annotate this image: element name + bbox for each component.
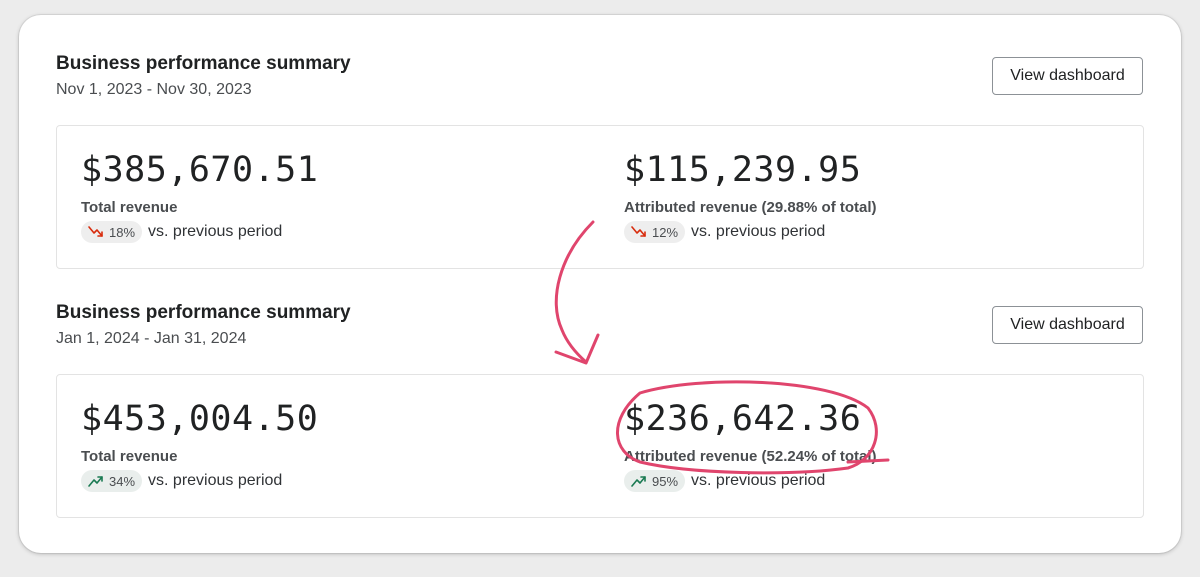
comparison-text: vs. previous period bbox=[148, 223, 283, 240]
change-percent: 95% bbox=[652, 473, 679, 489]
trend-up-icon bbox=[630, 474, 648, 488]
metric-label: Total revenue bbox=[81, 448, 178, 465]
date-range: Nov 1, 2023 - Nov 30, 2023 bbox=[56, 81, 252, 98]
metric-value: $115,239.95 bbox=[624, 150, 862, 190]
summary-card: Business performance summary Nov 1, 2023… bbox=[19, 15, 1181, 553]
metric-change: 95% vs. previous period bbox=[624, 470, 825, 492]
change-badge: 95% bbox=[624, 470, 686, 492]
metric-label: Total revenue bbox=[81, 199, 178, 216]
view-dashboard-button[interactable]: View dashboard bbox=[992, 306, 1143, 344]
section-title: Business performance summary bbox=[56, 302, 351, 323]
change-badge: 34% bbox=[81, 470, 143, 492]
metric-label: Attributed revenue (29.88% of total) bbox=[624, 199, 877, 216]
metric-value: $236,642.36 bbox=[624, 399, 862, 439]
metric-change: 34% vs. previous period bbox=[81, 470, 282, 492]
metric-value: $453,004.50 bbox=[81, 399, 319, 439]
date-range: Jan 1, 2024 - Jan 31, 2024 bbox=[56, 330, 247, 347]
metric-change: 12% vs. previous period bbox=[624, 221, 825, 243]
metric-change: 18% vs. previous period bbox=[81, 221, 282, 243]
metric-label: Attributed revenue (52.24% of total) bbox=[624, 448, 877, 465]
view-dashboard-button[interactable]: View dashboard bbox=[992, 57, 1143, 95]
metrics-panel: $453,004.50 Total revenue 34% vs. previo… bbox=[56, 374, 1144, 518]
comparison-text: vs. previous period bbox=[148, 472, 283, 489]
change-percent: 34% bbox=[109, 473, 136, 489]
change-badge: 12% bbox=[624, 221, 686, 243]
change-badge: 18% bbox=[81, 221, 143, 243]
change-percent: 18% bbox=[109, 224, 136, 240]
trend-down-icon bbox=[630, 225, 648, 239]
comparison-text: vs. previous period bbox=[691, 223, 826, 240]
comparison-text: vs. previous period bbox=[691, 472, 826, 489]
trend-down-icon bbox=[87, 225, 105, 239]
change-percent: 12% bbox=[652, 224, 679, 240]
trend-up-icon bbox=[87, 474, 105, 488]
metrics-panel: $385,670.51 Total revenue 18% vs. previo… bbox=[56, 125, 1144, 269]
metric-value: $385,670.51 bbox=[81, 150, 319, 190]
section-title: Business performance summary bbox=[56, 53, 351, 74]
